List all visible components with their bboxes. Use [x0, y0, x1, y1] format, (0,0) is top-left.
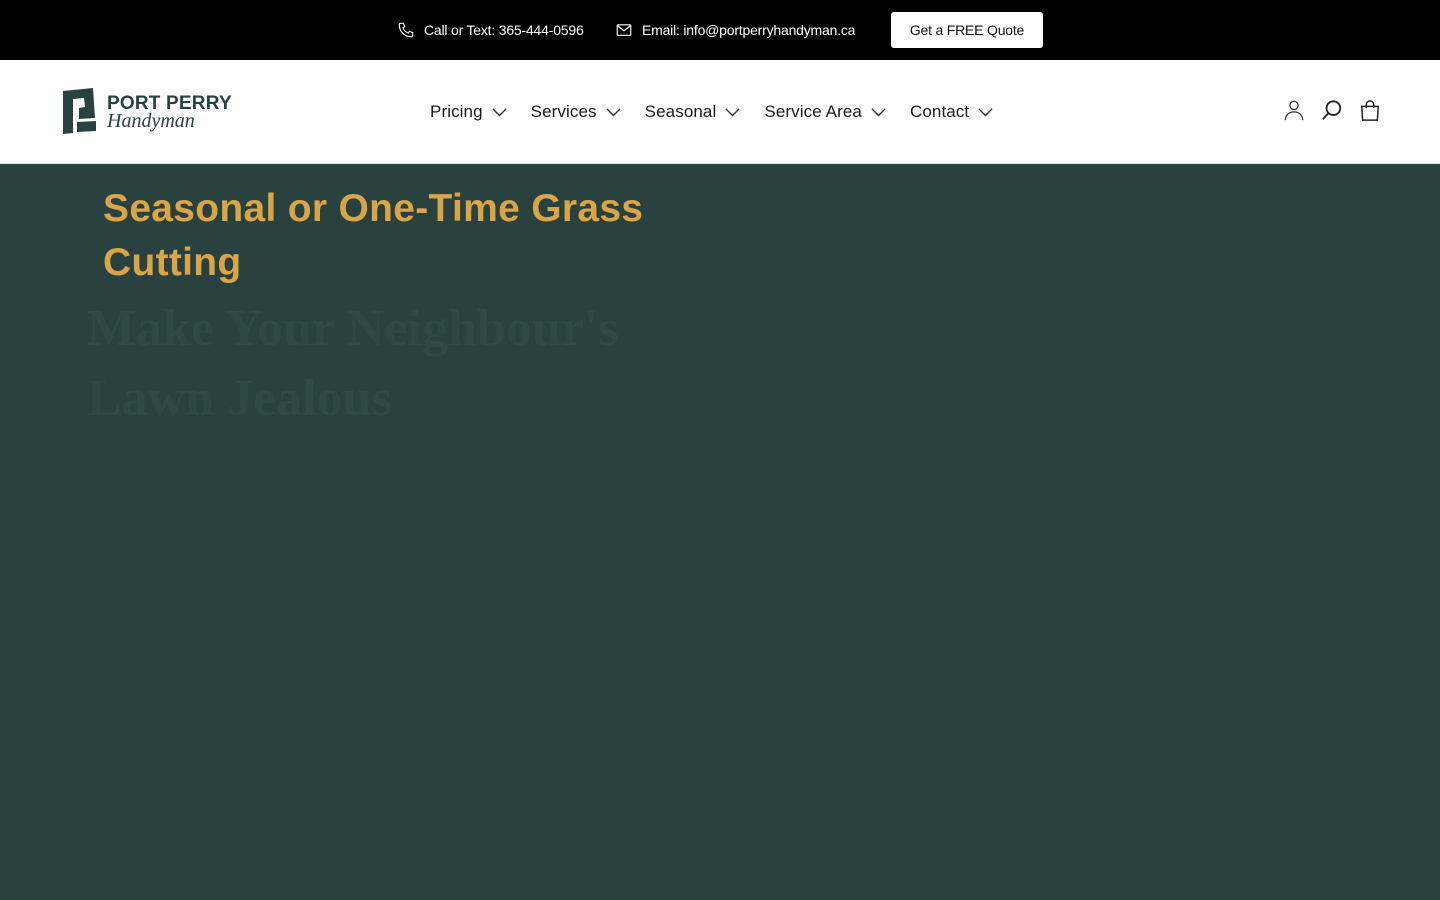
search-icon[interactable] — [1320, 98, 1344, 122]
nav-item-label: Seasonal — [644, 102, 717, 121]
free-quote-button[interactable]: Get a FREE Quote — [891, 12, 1043, 48]
nav-item-label: Pricing — [430, 102, 483, 121]
chevron-down-icon — [978, 108, 993, 116]
top-announcement-bar: Call or Text: 365-444-0596 Email: info@p… — [0, 0, 1440, 60]
nav-item-label: Service Area — [764, 102, 862, 121]
logo-tagline: Handyman — [107, 110, 195, 132]
chevron-down-icon — [606, 108, 621, 116]
hero-section: Seasonal or One-Time Grass Cutting Make … — [0, 164, 1440, 900]
nav-item-service-area[interactable]: Service Area — [764, 102, 886, 122]
nav-item-seasonal[interactable]: Seasonal — [645, 102, 741, 122]
email-label: Email: info@portperryhandyman.ca — [642, 22, 856, 38]
nav-item-label: Contact — [909, 102, 970, 121]
phone-link[interactable]: Call or Text: 365-444-0596 — [397, 0, 584, 60]
chevron-down-icon — [492, 108, 507, 116]
email-link[interactable]: Email: info@portperryhandyman.ca — [615, 0, 855, 60]
nav-item-services[interactable]: Services — [531, 102, 621, 122]
main-navigation: Pricing Services Seasonal Service Area C… — [430, 60, 993, 164]
nav-item-contact[interactable]: Contact — [910, 102, 993, 122]
hero-subtitle: Make Your Neighbour's Lawn Jealous — [87, 300, 619, 427]
header-actions — [1282, 98, 1382, 122]
logo-mark-icon — [63, 88, 96, 134]
chevron-down-icon — [871, 108, 886, 116]
phone-icon — [397, 21, 415, 39]
phone-label: Call or Text: 365-444-0596 — [424, 22, 584, 38]
logo[interactable]: PORT PERRY Handyman — [63, 88, 233, 136]
cart-icon[interactable] — [1358, 98, 1382, 122]
site-header: PORT PERRY Handyman Pricing Services Sea… — [0, 60, 1440, 164]
nav-item-pricing[interactable]: Pricing — [430, 102, 507, 122]
chevron-down-icon — [725, 108, 740, 116]
account-icon[interactable] — [1282, 98, 1306, 122]
mail-icon — [615, 21, 633, 39]
hero-title: Seasonal or One-Time Grass Cutting — [103, 187, 644, 284]
nav-item-label: Services — [530, 102, 597, 121]
